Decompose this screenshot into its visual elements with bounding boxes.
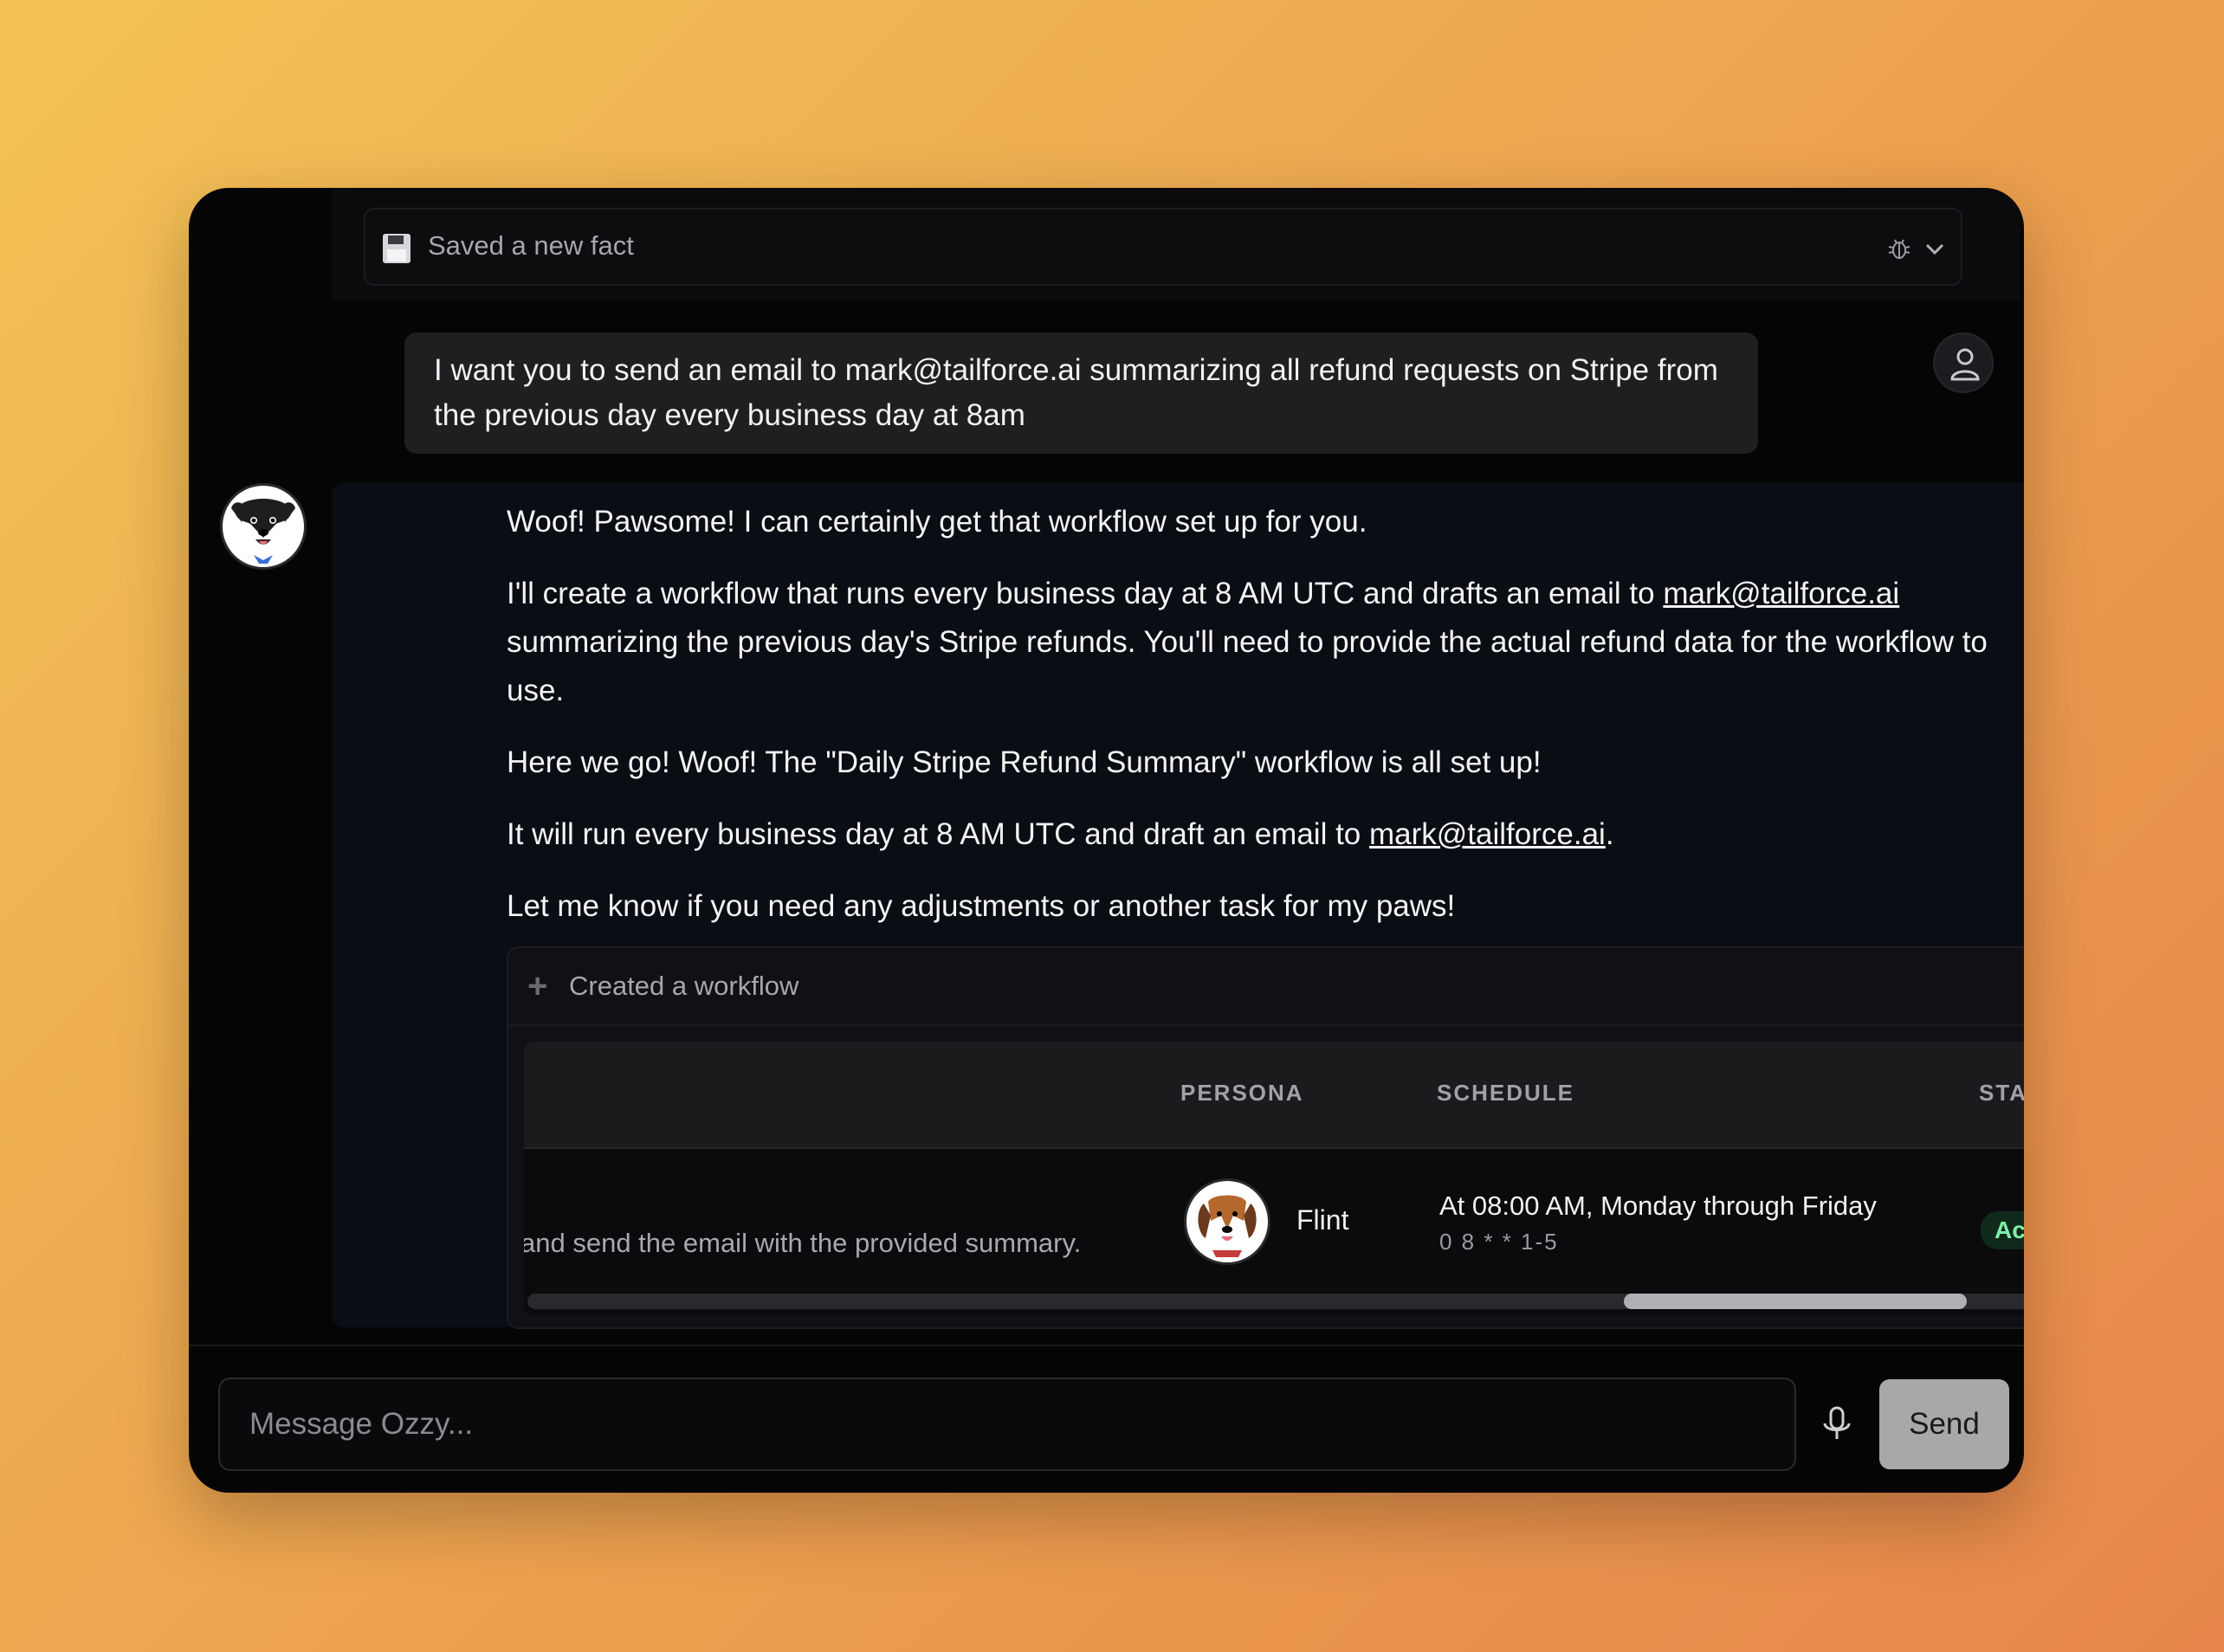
assistant-paragraph: Woof! Pawsome! I can certainly get that … [507, 505, 1367, 539]
user-avatar [1933, 332, 1994, 393]
workflow-card-label: Created a workflow [569, 971, 799, 1001]
assistant-text: It will run every business day at 8 AM U… [507, 817, 1369, 851]
assistant-text: . [1605, 817, 1614, 851]
status-badge: Active [1981, 1211, 2024, 1249]
table-header: PERSONA SCHEDULE STATUS [524, 1042, 2024, 1149]
assistant-paragraph: Let me know if you need any adjustments … [507, 889, 1456, 923]
email-link[interactable]: mark@tailforce.ai [1663, 577, 1899, 610]
assistant-paragraph: Here we go! Woof! The "Daily Stripe Refu… [507, 745, 1542, 779]
chevron-down-icon[interactable] [1923, 236, 1947, 261]
column-header-persona: PERSONA [1180, 1080, 1304, 1106]
user-message-text: I want you to send an email to mark@tail… [434, 353, 1718, 432]
message-input[interactable] [218, 1378, 1796, 1471]
ozzy-avatar [220, 483, 307, 570]
assistant-text: summarizing the previous day's Stripe re… [507, 625, 1988, 707]
floppy-disk-icon [383, 234, 411, 263]
workflow-table[interactable]: PERSONA SCHEDULE STATUS and send the ema… [524, 1042, 2024, 1315]
microphone-icon[interactable] [1815, 1403, 1859, 1446]
column-header-schedule: SCHEDULE [1437, 1080, 1575, 1106]
persona-name: Flint [1296, 1204, 1349, 1236]
saved-fact-label: Saved a new fact [428, 230, 634, 261]
email-link[interactable]: mark@tailforce.ai [1369, 817, 1606, 851]
saved-fact-bar[interactable]: Saved a new fact [364, 208, 1962, 286]
composer-divider [189, 1345, 2024, 1346]
workflow-card: + Created a workflow PERSONA SCHEDULE ST… [507, 946, 2024, 1329]
column-header-status: STATUS [1979, 1080, 2024, 1106]
workflow-card-header[interactable]: + Created a workflow [508, 948, 2024, 1026]
assistant-paragraph: I'll create a workflow that runs every b… [507, 570, 1996, 715]
workflow-description: and send the email with the provided sum… [524, 1228, 1082, 1258]
chat-window: Saved a new fact I want you to send an e… [189, 188, 2024, 1493]
scrollbar-thumb[interactable] [1624, 1294, 1967, 1309]
assistant-message-panel: Woof! Pawsome! I can certainly get that … [332, 482, 2024, 1329]
user-icon [1950, 348, 1980, 381]
beagle-icon [1198, 1195, 1257, 1257]
user-message-bubble: I want you to send an email to mark@tail… [404, 332, 1758, 454]
plus-icon: + [527, 967, 548, 1005]
send-button[interactable]: Send [1879, 1379, 2009, 1469]
schedule-text: At 08:00 AM, Monday through Friday [1439, 1191, 1877, 1221]
border-collie-icon [231, 499, 295, 564]
assistant-text: I'll create a workflow that runs every b… [507, 577, 1664, 610]
flint-avatar [1184, 1178, 1270, 1265]
table-row[interactable]: and send the email with the provided sum… [524, 1149, 2024, 1279]
schedule-cron: 0 8 * * 1-5 [1439, 1229, 1559, 1255]
assistant-paragraph: It will run every business day at 8 AM U… [507, 810, 1996, 859]
assistant-message: Woof! Pawsome! I can certainly get that … [507, 498, 1996, 954]
bug-icon[interactable] [1886, 236, 1912, 261]
